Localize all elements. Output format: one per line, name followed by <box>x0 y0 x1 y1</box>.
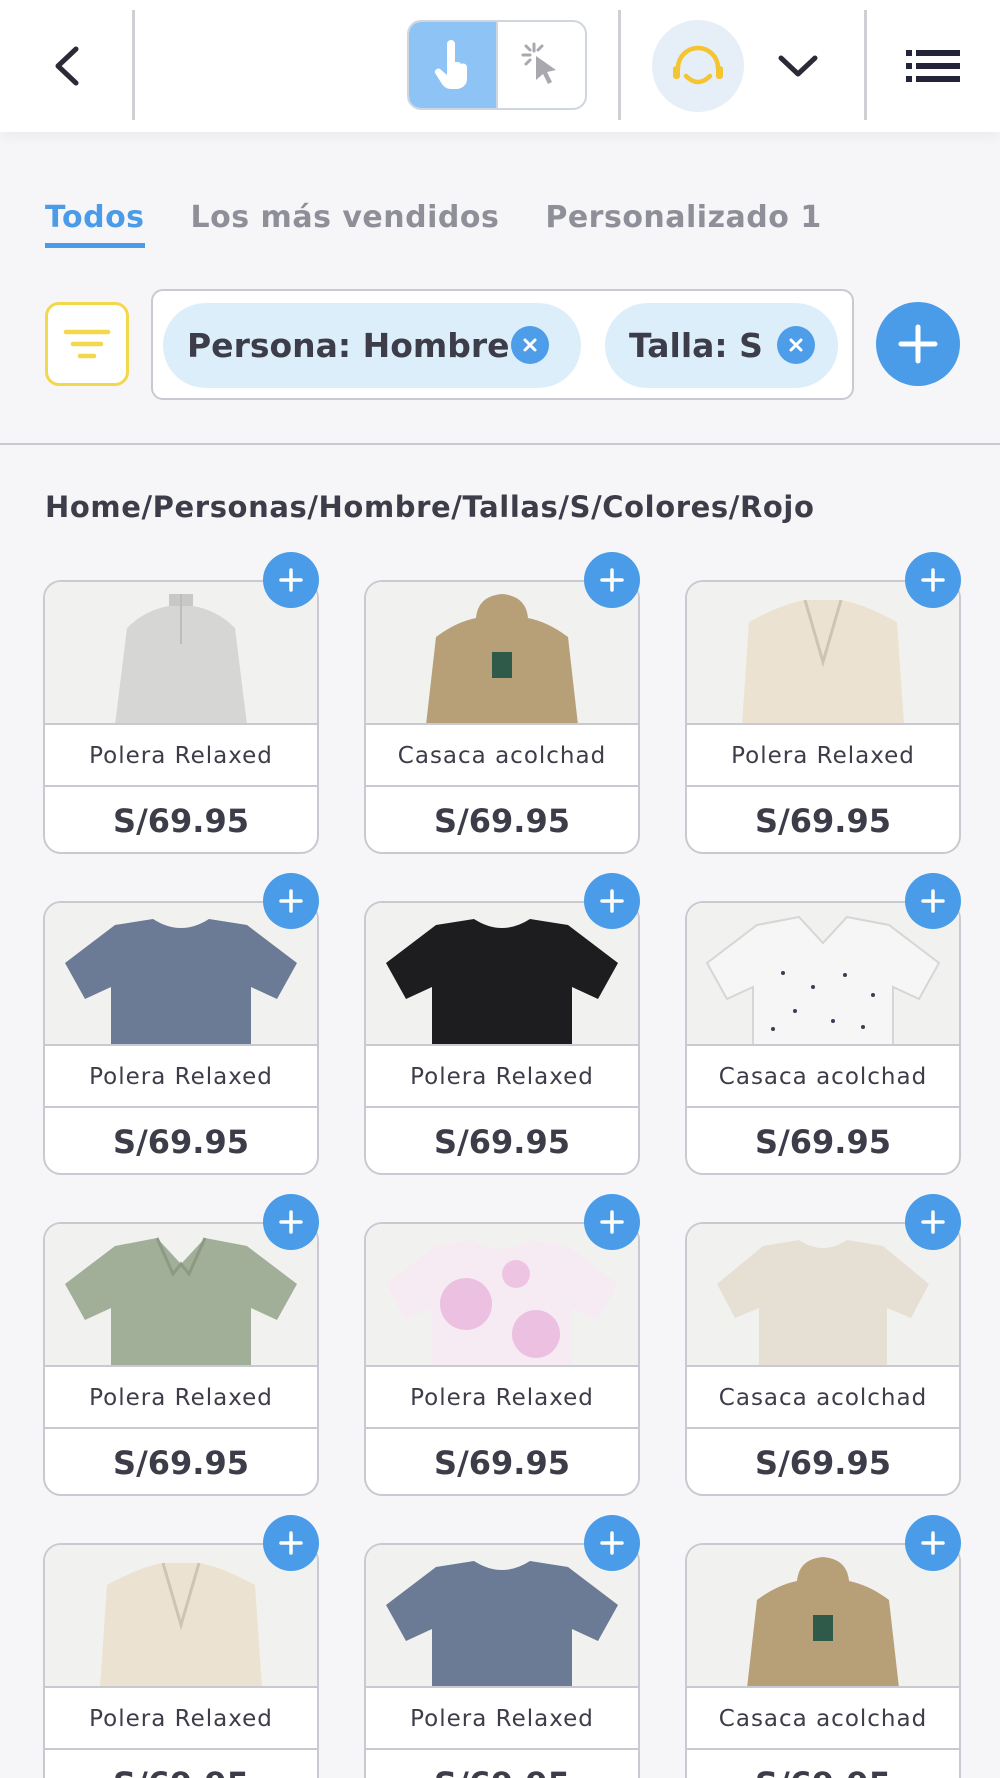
smile-headset-icon <box>673 45 723 85</box>
plus-icon <box>600 889 624 913</box>
product-name: Polera Relaxed <box>366 1369 638 1429</box>
plus-icon <box>279 1210 303 1234</box>
product-name: Polera Relaxed <box>45 1048 317 1108</box>
product-card[interactable]: Casaca acolchad S/69.95 <box>364 580 640 854</box>
product-card[interactable]: Casaca acolchad S/69.95 <box>685 901 961 1175</box>
divider <box>0 443 1000 445</box>
product-card[interactable]: Polera Relaxed S/69.95 <box>364 901 640 1175</box>
product-name: Casaca acolchad <box>687 1690 959 1750</box>
plus-icon <box>921 1531 945 1555</box>
product-price: S/69.95 <box>755 801 891 840</box>
add-to-cart-button[interactable] <box>905 552 961 608</box>
category-tabs: Todos Los más vendidos Personalizado 1 <box>45 200 822 248</box>
product-price: S/69.95 <box>45 1752 317 1778</box>
list-menu-icon <box>906 50 960 82</box>
menu-button[interactable] <box>898 36 968 96</box>
add-to-cart-button[interactable] <box>584 552 640 608</box>
product-name: Casaca acolchad <box>687 1048 959 1108</box>
cursor-click-icon <box>521 42 556 84</box>
add-to-cart-button[interactable] <box>905 873 961 929</box>
product-price: S/69.95 <box>113 801 249 840</box>
add-to-cart-button[interactable] <box>263 873 319 929</box>
top-bar <box>0 0 1000 132</box>
add-to-cart-button[interactable] <box>584 873 640 929</box>
plus-icon <box>600 1531 624 1555</box>
product-card[interactable]: Polera Relaxed S/69.95 <box>364 1222 640 1496</box>
product-price: S/69.95 <box>113 1443 249 1482</box>
product-card[interactable]: Polera RelaxedS/69.95 <box>364 1543 640 1778</box>
interaction-mode-toggle <box>407 20 587 110</box>
add-to-cart-button[interactable] <box>263 552 319 608</box>
product-price: S/69.95 <box>366 1752 638 1778</box>
product-card[interactable]: Polera RelaxedS/69.95 <box>43 1543 319 1778</box>
product-price: S/69.95 <box>434 1443 570 1482</box>
product-name: Polera Relaxed <box>366 1690 638 1750</box>
add-to-cart-button[interactable] <box>584 1515 640 1571</box>
plus-icon <box>600 1210 624 1234</box>
product-price: S/69.95 <box>687 1752 959 1778</box>
filter-chip: Talla: S <box>605 303 838 388</box>
assistant-button[interactable] <box>652 20 744 112</box>
plus-icon <box>600 568 624 592</box>
add-to-cart-button[interactable] <box>584 1194 640 1250</box>
touch-mode-button[interactable] <box>409 22 496 108</box>
dropdown-button[interactable] <box>768 36 828 96</box>
chevron-down-icon <box>778 55 818 77</box>
add-filter-button[interactable] <box>876 302 960 386</box>
product-name: Polera Relaxed <box>45 1690 317 1750</box>
product-card[interactable]: Casaca acolchadS/69.95 <box>685 1543 961 1778</box>
close-icon <box>523 338 537 352</box>
cursor-mode-button[interactable] <box>496 22 585 108</box>
divider <box>132 10 135 120</box>
filter-icon <box>63 329 111 359</box>
product-name: Polera Relaxed <box>366 1048 638 1108</box>
plus-icon <box>279 1531 303 1555</box>
add-to-cart-button[interactable] <box>263 1515 319 1571</box>
close-icon <box>789 338 803 352</box>
filter-chip-label: Talla: S <box>629 326 763 365</box>
remove-filter-button[interactable] <box>777 326 815 364</box>
filter-chip: Persona: Hombre <box>163 303 581 388</box>
tab-los-mas-vendidos[interactable]: Los más vendidos <box>191 200 500 248</box>
plus-icon <box>279 889 303 913</box>
plus-icon <box>921 889 945 913</box>
filter-button[interactable] <box>45 302 129 386</box>
plus-icon <box>279 568 303 592</box>
divider <box>864 10 867 120</box>
back-button[interactable] <box>38 36 98 96</box>
tab-todos[interactable]: Todos <box>45 200 145 248</box>
add-to-cart-button[interactable] <box>905 1194 961 1250</box>
product-name: Polera Relaxed <box>45 727 317 787</box>
tab-personalizado-1[interactable]: Personalizado 1 <box>545 200 821 248</box>
plus-icon <box>921 1210 945 1234</box>
product-card[interactable]: Polera Relaxed S/69.95 <box>43 901 319 1175</box>
breadcrumb: Home/Personas/Hombre/Tallas/S/Colores/Ro… <box>45 490 815 524</box>
chevron-left-icon <box>55 46 79 86</box>
product-price: S/69.95 <box>434 1122 570 1161</box>
product-price: S/69.95 <box>434 801 570 840</box>
product-name: Casaca acolchad <box>687 1369 959 1429</box>
plus-icon <box>898 324 938 364</box>
product-card[interactable]: Polera Relaxed S/69.95 <box>43 580 319 854</box>
product-card[interactable]: Casaca acolchad S/69.95 <box>685 1222 961 1496</box>
product-name: Polera Relaxed <box>687 727 959 787</box>
plus-icon <box>921 568 945 592</box>
product-card[interactable]: Polera Relaxed S/69.95 <box>685 580 961 854</box>
divider <box>618 10 621 120</box>
filter-chip-label: Persona: Hombre <box>187 326 510 365</box>
product-name: Polera Relaxed <box>45 1369 317 1429</box>
active-filters: Persona: Hombre Talla: S <box>151 289 854 400</box>
product-card[interactable]: Polera Relaxed S/69.95 <box>43 1222 319 1496</box>
add-to-cart-button[interactable] <box>263 1194 319 1250</box>
remove-filter-button[interactable] <box>511 326 549 364</box>
product-price: S/69.95 <box>755 1443 891 1482</box>
product-name: Casaca acolchad <box>366 727 638 787</box>
hand-pointer-icon <box>434 40 467 89</box>
add-to-cart-button[interactable] <box>905 1515 961 1571</box>
product-price: S/69.95 <box>755 1122 891 1161</box>
product-price: S/69.95 <box>113 1122 249 1161</box>
